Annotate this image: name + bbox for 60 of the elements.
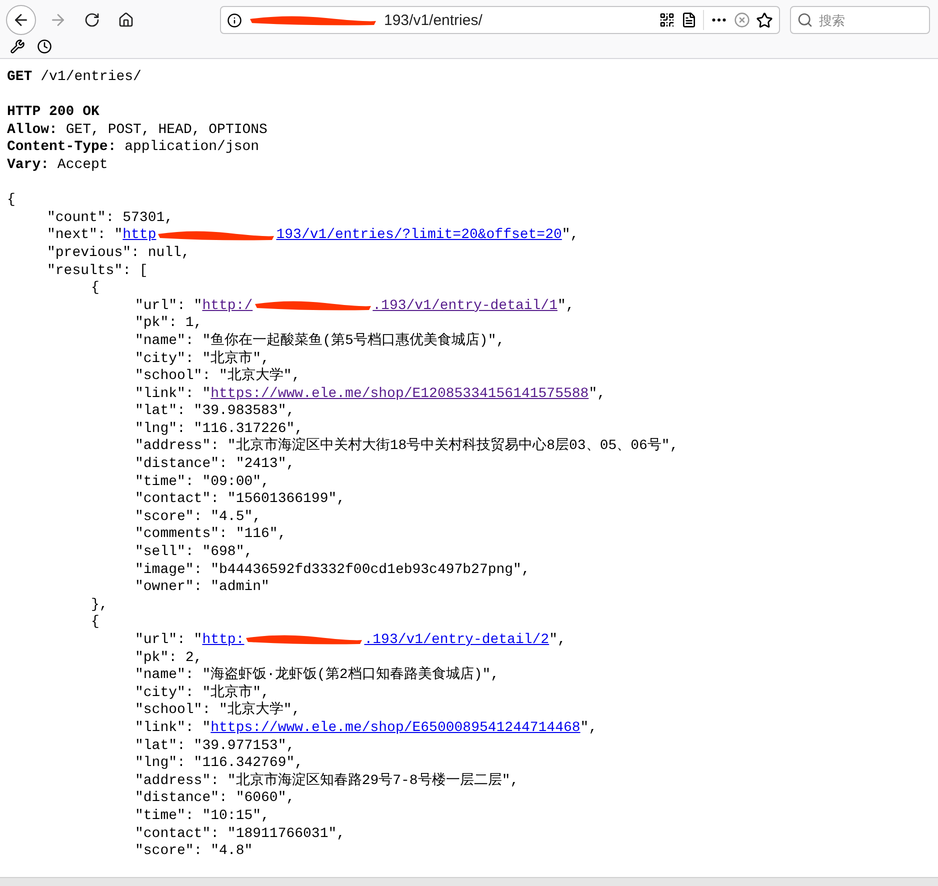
header-value: application/json <box>124 139 260 156</box>
code-text: "comments": "116", <box>135 526 286 542</box>
header-name: Vary: <box>7 156 50 173</box>
code-text: "distance": "2413", <box>135 456 295 472</box>
request-path: /v1/entries/ <box>40 69 142 85</box>
code-text: { <box>91 614 100 630</box>
code-text: ", <box>549 632 566 648</box>
code-text: "time": "09:00", <box>135 474 270 490</box>
code-text: { <box>91 280 100 296</box>
code-text: ", <box>588 386 606 402</box>
code-text: "city": "北京市", <box>135 350 270 366</box>
header-name: Content-Type: <box>7 139 116 156</box>
code-text: "link": " <box>135 720 211 736</box>
header-value: Accept <box>57 156 108 173</box>
search-field[interactable]: 搜索 <box>790 6 930 34</box>
code-text: ", <box>557 298 574 314</box>
header-value: GET, POST, HEAD, OPTIONS <box>66 122 268 138</box>
code-text: "pk": 1, <box>135 315 202 332</box>
code-text: "link": " <box>135 386 211 402</box>
code-text: "score": "4.5", <box>135 508 262 525</box>
address-bar[interactable]: 193/v1/entries/ <box>220 6 780 34</box>
code-text: ", <box>580 720 598 736</box>
code-text: "city": "北京市", <box>135 684 270 701</box>
code-text: "lng": "116.317226", <box>135 420 304 437</box>
code-text: "owner": "admin" <box>135 579 270 596</box>
status-line: HTTP 200 OK <box>7 104 100 120</box>
code-text: ", <box>562 227 579 244</box>
code-text: "distance": "6060", <box>135 790 295 806</box>
code-text: { <box>7 192 16 208</box>
code-text: "address": "北京市海淀区知春路29号7-8号楼一层二层", <box>135 772 519 789</box>
url-text: 193/v1/entries/ <box>384 12 482 28</box>
code-text: "school": "北京大学", <box>135 368 300 384</box>
code-text: "name": "海盗虾饭·龙虾饭(第2档口知春路美食城店)", <box>135 667 500 684</box>
code-text: "url": " <box>135 632 202 648</box>
code-text: "previous": null, <box>47 244 190 261</box>
code-text: "url": " <box>135 298 202 314</box>
code-text: "count": 57301, <box>47 210 174 226</box>
code-text: "next": " <box>47 227 123 244</box>
code-text: "results": [ <box>47 262 148 279</box>
link[interactable]: http:/ .193/v1/entry-detail/1 <box>202 298 558 314</box>
code-text: "address": "北京市海淀区中关村大街18号中关村科技贸易中心8层03、05、06号", <box>135 438 678 454</box>
code-text: "sell": "698", <box>135 544 253 560</box>
code-text: "lat": "39.977153", <box>135 738 295 754</box>
code-text: "school": "北京大学", <box>135 702 300 718</box>
header-name: Allow: <box>7 122 58 138</box>
code-text: "score": "4.8" <box>135 843 253 860</box>
link[interactable]: http 193/v1/entries/?limit=20&offset=20 <box>122 227 562 244</box>
code-text: "contact": "15601366199", <box>135 491 346 508</box>
link[interactable]: http: .193/v1/entry-detail/2 <box>202 632 550 648</box>
code-text: "contact": "18911766031", <box>135 826 346 842</box>
link[interactable]: https://www.ele.me/shop/E12085334156141575588 <box>210 386 589 402</box>
code-text: "lng": "116.342769", <box>135 755 304 772</box>
link[interactable]: https://www.ele.me/shop/E6500089541244714468 <box>210 720 580 736</box>
code-text: }, <box>91 596 108 613</box>
code-text: "lat": "39.983583", <box>135 403 295 420</box>
code-text: "name": "鱼你在一起酸菜鱼(第5号档口惠优美食城店)", <box>135 332 505 349</box>
code-text: "time": "10:15", <box>135 808 270 824</box>
request-method: GET <box>7 69 32 85</box>
code-text: "pk": 2, <box>135 650 202 666</box>
code-text: "image": "b44436592fd3332f00cd1eb93c497b27png", <box>135 562 530 578</box>
